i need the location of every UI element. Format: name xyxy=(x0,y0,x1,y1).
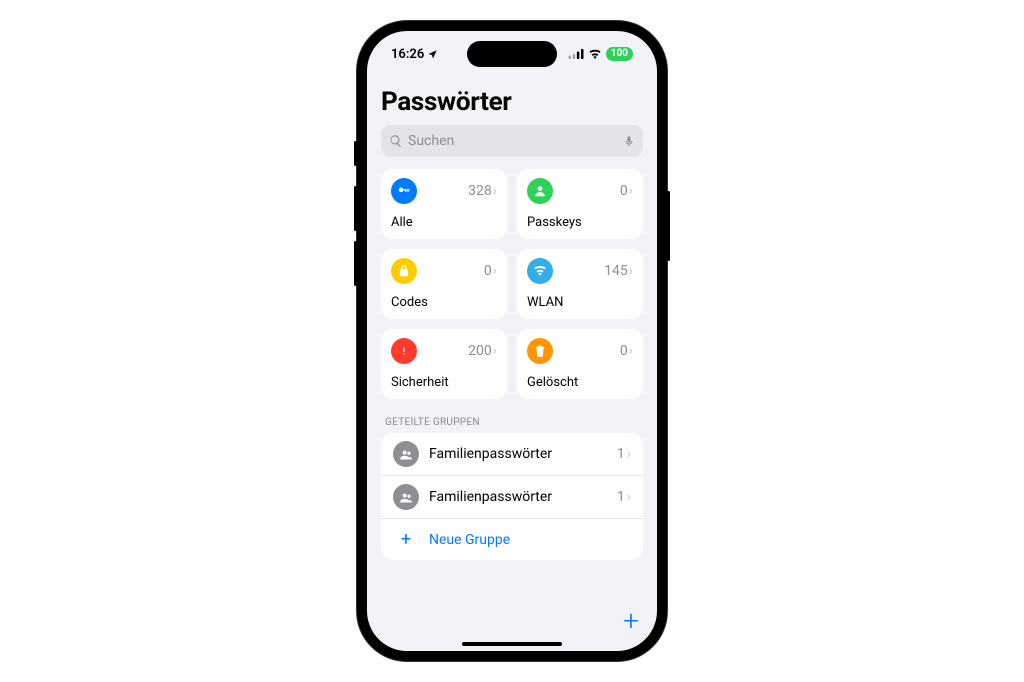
group-row[interactable]: Familienpasswörter 1 › xyxy=(381,476,643,519)
content-area: Passwörter Suchen 328› xyxy=(367,77,657,651)
chevron-right-icon: › xyxy=(493,343,497,359)
trash-icon xyxy=(527,338,553,364)
groups-list: Familienpasswörter 1 › Familienpasswörte… xyxy=(381,433,643,560)
mute-switch xyxy=(354,141,357,166)
tile-count: 328 xyxy=(468,183,492,199)
group-row[interactable]: Familienpasswörter 1 › xyxy=(381,433,643,476)
search-placeholder: Suchen xyxy=(408,133,623,149)
new-group-button[interactable]: + Neue Gruppe xyxy=(381,519,643,560)
tile-label: Alle xyxy=(391,215,497,230)
wifi-icon xyxy=(527,258,553,284)
tile-label: Gelöscht xyxy=(527,375,633,390)
lock-icon xyxy=(391,258,417,284)
group-count: 1 xyxy=(617,446,625,462)
tile-codes[interactable]: 0› Codes xyxy=(381,249,507,319)
people-icon xyxy=(393,484,419,510)
tile-count: 0 xyxy=(620,183,628,199)
volume-down-button xyxy=(354,241,357,286)
battery-indicator: 100 xyxy=(606,47,633,61)
people-icon xyxy=(393,441,419,467)
power-button xyxy=(667,191,670,261)
chevron-right-icon: › xyxy=(493,263,497,279)
cellular-icon xyxy=(568,49,584,59)
page-title: Passwörter xyxy=(381,87,643,117)
chevron-right-icon: › xyxy=(493,183,497,199)
search-input[interactable]: Suchen xyxy=(381,125,643,157)
group-label: Familienpasswörter xyxy=(429,446,617,462)
tile-count: 145 xyxy=(604,263,628,279)
group-label: Familienpasswörter xyxy=(429,489,617,505)
home-indicator[interactable] xyxy=(462,642,562,646)
groups-section-header: GETEILTE GRUPPEN xyxy=(385,417,639,428)
new-group-label: Neue Gruppe xyxy=(429,532,510,548)
tile-passkeys[interactable]: 0› Passkeys xyxy=(517,169,643,239)
tile-label: WLAN xyxy=(527,295,633,310)
chevron-right-icon: › xyxy=(629,263,633,279)
person-icon xyxy=(527,178,553,204)
key-icon xyxy=(391,178,417,204)
screen: 16:26 100 Passwörter S xyxy=(367,31,657,651)
chevron-right-icon: › xyxy=(627,489,631,505)
tile-grid: 328› Alle 0› Passkeys xyxy=(381,169,643,399)
alert-icon xyxy=(391,338,417,364)
plus-icon: + xyxy=(393,529,419,550)
tile-security[interactable]: 200› Sicherheit xyxy=(381,329,507,399)
tile-all[interactable]: 328› Alle xyxy=(381,169,507,239)
tile-label: Codes xyxy=(391,295,497,310)
tile-label: Passkeys xyxy=(527,215,633,230)
search-icon xyxy=(389,134,403,148)
chevron-right-icon: › xyxy=(627,446,631,462)
tile-label: Sicherheit xyxy=(391,375,497,390)
mic-icon[interactable] xyxy=(623,133,635,149)
group-count: 1 xyxy=(617,489,625,505)
dynamic-island xyxy=(467,41,557,67)
location-icon xyxy=(427,49,438,60)
status-time: 16:26 xyxy=(391,47,424,62)
tile-count: 0 xyxy=(484,263,492,279)
tile-count: 200 xyxy=(468,343,492,359)
tile-count: 0 xyxy=(620,343,628,359)
tile-deleted[interactable]: 0› Gelöscht xyxy=(517,329,643,399)
chevron-right-icon: › xyxy=(629,183,633,199)
chevron-right-icon: › xyxy=(629,343,633,359)
volume-up-button xyxy=(354,186,357,231)
add-button[interactable]: + xyxy=(623,604,639,637)
wifi-icon xyxy=(588,49,602,59)
tile-wlan[interactable]: 145› WLAN xyxy=(517,249,643,319)
phone-frame: 16:26 100 Passwörter S xyxy=(357,21,667,661)
